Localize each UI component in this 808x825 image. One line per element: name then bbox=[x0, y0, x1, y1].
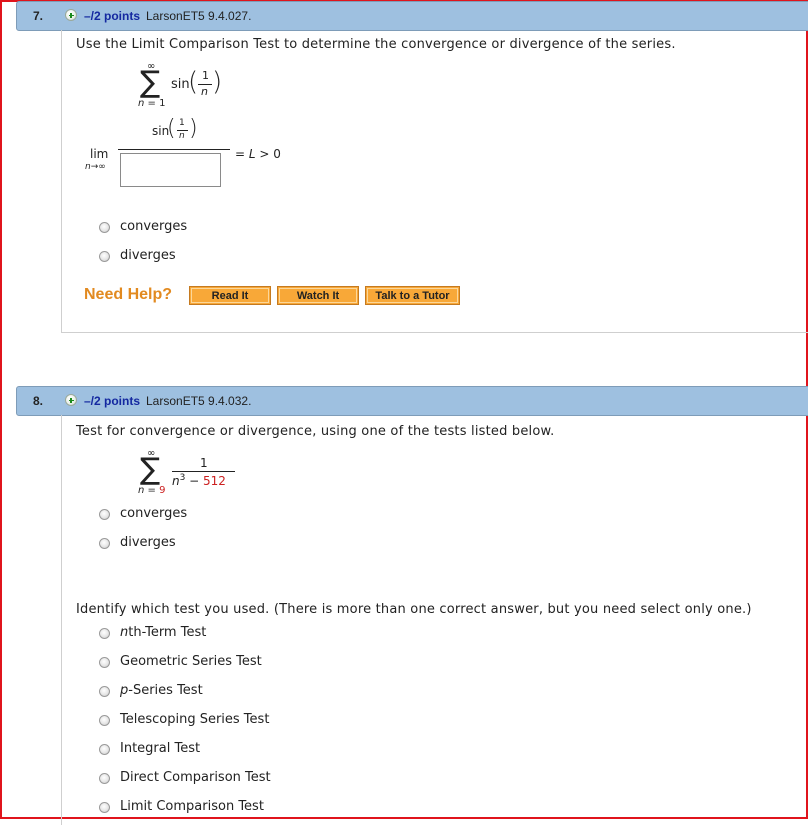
test-option-label[interactable]: Geometric Series Test bbox=[120, 654, 262, 669]
question-8-header: 8. –/2 points LarsonET5 9.4.032. bbox=[16, 386, 808, 416]
fraction-numerator: 1 bbox=[179, 118, 185, 128]
test-prompt: Identify which test you used. (There is … bbox=[76, 602, 752, 617]
radio-test-option[interactable] bbox=[99, 657, 110, 668]
option-label-converges[interactable]: converges bbox=[120, 506, 187, 521]
radio-test-option[interactable] bbox=[99, 802, 110, 813]
test-option-label[interactable]: p-Series Test bbox=[120, 683, 203, 698]
limit-fraction-bar bbox=[118, 149, 230, 150]
sin-function: sin bbox=[171, 77, 190, 92]
question-number: 7. bbox=[33, 9, 44, 23]
test-option-label[interactable]: nth-Term Test bbox=[120, 625, 206, 640]
points-link[interactable]: –/2 points bbox=[84, 9, 140, 23]
fraction-bar bbox=[172, 471, 235, 472]
left-paren: ( bbox=[188, 67, 199, 97]
question-7-header: 7. –/2 points LarsonET5 9.4.027. bbox=[16, 1, 808, 31]
question-7-body: Use the Limit Comparison Test to determi… bbox=[61, 30, 808, 333]
lim-label: lim bbox=[90, 147, 109, 161]
limit-denominator-input[interactable] bbox=[120, 153, 221, 187]
expand-plus-icon[interactable] bbox=[65, 394, 77, 406]
test-option-label[interactable]: Integral Test bbox=[120, 741, 200, 756]
radio-test-option[interactable] bbox=[99, 715, 110, 726]
sigma-symbol: ∑ bbox=[140, 65, 161, 100]
points-link[interactable]: –/2 points bbox=[84, 394, 140, 408]
radio-converges[interactable] bbox=[99, 509, 110, 520]
expand-plus-icon[interactable] bbox=[65, 9, 77, 21]
radio-test-option[interactable] bbox=[99, 628, 110, 639]
test-option-label[interactable]: Direct Comparison Test bbox=[120, 770, 271, 785]
right-paren: ) bbox=[212, 67, 223, 97]
question-prompt: Test for convergence or divergence, usin… bbox=[76, 424, 555, 439]
question-prompt: Use the Limit Comparison Test to determi… bbox=[76, 37, 676, 52]
lim-subscript: n→∞ bbox=[85, 162, 106, 172]
fraction-denominator: n3 − 512 bbox=[172, 473, 226, 488]
need-help-label: Need Help? bbox=[84, 286, 173, 303]
question-source: LarsonET5 9.4.027. bbox=[146, 9, 252, 23]
fraction-numerator: 1 bbox=[202, 69, 209, 82]
limit-rhs: = L > 0 bbox=[235, 147, 281, 161]
option-label-converges[interactable]: converges bbox=[120, 219, 187, 234]
radio-test-option[interactable] bbox=[99, 744, 110, 755]
question-source: LarsonET5 9.4.032. bbox=[146, 394, 252, 408]
fraction-denominator: n bbox=[201, 85, 208, 98]
test-option-label[interactable]: Limit Comparison Test bbox=[120, 799, 264, 814]
fraction-denominator: n bbox=[179, 131, 185, 141]
watch-it-button[interactable]: Watch It bbox=[277, 286, 359, 305]
option-label-diverges[interactable]: diverges bbox=[120, 248, 176, 263]
radio-converges[interactable] bbox=[99, 222, 110, 233]
sum-lower-limit: n = 9 bbox=[138, 485, 166, 496]
test-option-label[interactable]: Telescoping Series Test bbox=[120, 712, 269, 727]
question-number: 8. bbox=[33, 394, 44, 408]
right-paren: ) bbox=[189, 116, 198, 141]
read-it-button[interactable]: Read It bbox=[189, 286, 271, 305]
option-label-diverges[interactable]: diverges bbox=[120, 535, 176, 550]
question-8-body: Test for convergence or divergence, usin… bbox=[61, 415, 808, 825]
radio-diverges[interactable] bbox=[99, 538, 110, 549]
talk-to-tutor-button[interactable]: Talk to a Tutor bbox=[365, 286, 460, 305]
radio-test-option[interactable] bbox=[99, 773, 110, 784]
sigma-symbol: ∑ bbox=[140, 452, 161, 487]
left-paren: ( bbox=[167, 116, 176, 141]
fraction-numerator: 1 bbox=[200, 456, 208, 470]
sum-lower-limit: n = 1 bbox=[138, 98, 166, 109]
radio-diverges[interactable] bbox=[99, 251, 110, 262]
radio-test-option[interactable] bbox=[99, 686, 110, 697]
